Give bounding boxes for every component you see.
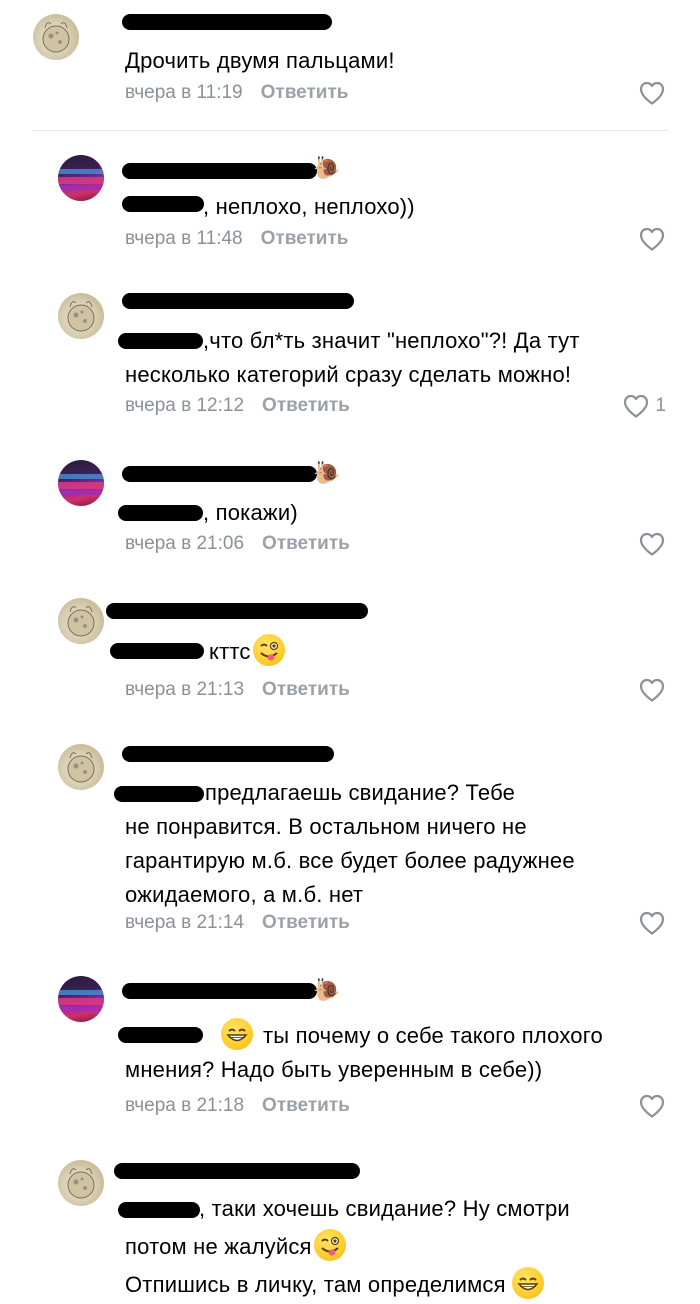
avatar-image <box>58 1160 104 1206</box>
comment-meta: вчера в 11:48 Ответить <box>125 228 348 250</box>
comment-text-line: , таки хочешь свидание? Ну смотри <box>199 1196 570 1221</box>
comment-text-line: не понравится. В остальном ничего не <box>125 814 527 839</box>
comment-time: вчера в 21:06 <box>125 533 245 554</box>
comment-meta: вчера в 21:18 Ответить <box>125 1095 350 1117</box>
redacted-author-name <box>122 293 354 309</box>
avatar-image <box>33 14 79 60</box>
like-button[interactable] <box>638 531 666 557</box>
redacted-author-name <box>106 603 368 619</box>
reply-link[interactable]: Ответить <box>262 912 350 933</box>
reply-link[interactable]: Ответить <box>261 228 349 249</box>
comment-text-line: Отпишись в личку, там определимся <box>125 1272 506 1297</box>
comment-text-line: предлагаешь свидание? Тебе <box>205 780 516 805</box>
snail-emoji: 🐌 <box>313 460 341 485</box>
comment-time: вчера в 21:13 <box>125 679 245 700</box>
comment-text-line: гарантирую м.б. все будет более радужнее <box>125 848 575 873</box>
avatar-image <box>58 976 104 1022</box>
comment-text-line: ,что бл*ть значит "неплохо"?! Да тут <box>203 328 580 353</box>
comment-time: вчера в 12:12 <box>125 395 245 416</box>
comment-text: Дрочить двумя пальцами! <box>125 48 395 73</box>
like-button[interactable] <box>622 393 650 419</box>
divider <box>32 130 668 131</box>
comment-text-line: потом не жалуйся <box>125 1234 312 1259</box>
redacted-author-name <box>114 1163 360 1179</box>
like-button[interactable] <box>638 677 666 703</box>
comment-time: вчера в 21:14 <box>125 912 245 933</box>
avatar-image <box>58 155 104 201</box>
reply-link[interactable]: Ответить <box>262 1095 350 1116</box>
grinning-emoji <box>511 1267 544 1299</box>
reply-link[interactable]: Ответить <box>262 395 350 416</box>
comment-meta: вчера в 11:19 Ответить <box>125 82 348 104</box>
reply-link[interactable]: Ответить <box>262 679 350 700</box>
redacted-author-name <box>122 746 334 762</box>
redacted-author-name <box>122 163 317 179</box>
comment-meta: вчера в 21:14 Ответить <box>125 912 350 934</box>
redacted-author-name <box>122 14 332 30</box>
avatar-image <box>58 460 104 506</box>
redacted-author-name <box>122 983 317 999</box>
avatar[interactable] <box>58 744 104 790</box>
comment-meta: вчера в 21:13 Ответить <box>125 679 350 701</box>
comment-text-body: , неплохо, неплохо)) <box>203 194 415 219</box>
comment-text: кттс <box>125 634 645 669</box>
comment-time: вчера в 11:48 <box>125 228 243 249</box>
like-button[interactable] <box>638 80 666 106</box>
like-button[interactable] <box>638 226 666 252</box>
avatar[interactable] <box>58 598 104 644</box>
comment-text: ты почему о себе такого плохого мнения? … <box>125 1018 645 1087</box>
avatar[interactable] <box>58 976 104 1022</box>
avatar[interactable] <box>58 155 104 201</box>
comment-meta: вчера в 12:12 Ответить <box>125 395 350 417</box>
snail-emoji: 🐌 <box>313 155 341 180</box>
comment-text-line: несколько категорий сразу сделать можно! <box>125 362 572 387</box>
heart-outline-icon <box>638 226 666 252</box>
comment-text: , покажи) <box>125 496 645 530</box>
comment-time: вчера в 21:18 <box>125 1095 245 1116</box>
reply-link[interactable]: Ответить <box>262 533 350 554</box>
heart-outline-icon <box>638 1093 666 1119</box>
heart-outline-icon <box>638 677 666 703</box>
avatar[interactable] <box>58 1160 104 1206</box>
winking-tongue-emoji <box>313 1229 346 1261</box>
comment-text: ,что бл*ть значит "неплохо"?! Да тут нес… <box>125 324 645 392</box>
heart-outline-icon <box>638 910 666 936</box>
avatar[interactable] <box>58 293 104 339</box>
avatar-image <box>58 598 104 644</box>
snail-emoji: 🐌 <box>313 977 341 1002</box>
comment-text: предлагаешь свидание? Тебе не понравится… <box>125 776 645 912</box>
comment-text-body: кттс <box>209 639 251 664</box>
avatar[interactable] <box>58 460 104 506</box>
grinning-emoji <box>221 1018 253 1050</box>
comment-text-line: ожидаемого, а м.б. нет <box>125 882 364 907</box>
comment-meta: вчера в 21:06 Ответить <box>125 533 350 555</box>
like-count: 1 <box>655 395 666 416</box>
like-button[interactable] <box>638 1093 666 1119</box>
heart-outline-icon <box>638 80 666 106</box>
avatar-image <box>58 744 104 790</box>
redacted-author-name <box>122 466 317 482</box>
avatar[interactable] <box>33 14 79 60</box>
reply-link[interactable]: Ответить <box>261 82 349 103</box>
comment-text-line: мнения? Надо быть уверенным в себе)) <box>125 1057 543 1082</box>
comment-text-body: , покажи) <box>203 500 298 525</box>
comment-text-line: ты почему о себе такого плохого <box>263 1023 603 1048</box>
like-button[interactable] <box>638 910 666 936</box>
avatar-image <box>58 293 104 339</box>
heart-outline-icon <box>638 531 666 557</box>
comment-time: вчера в 11:19 <box>125 82 243 103</box>
comment-text: , таки хочешь свидание? Ну смотри потом … <box>125 1190 645 1304</box>
heart-outline-icon <box>622 393 650 419</box>
comment-text: , неплохо, неплохо)) <box>125 190 645 224</box>
winking-tongue-emoji <box>252 634 285 666</box>
